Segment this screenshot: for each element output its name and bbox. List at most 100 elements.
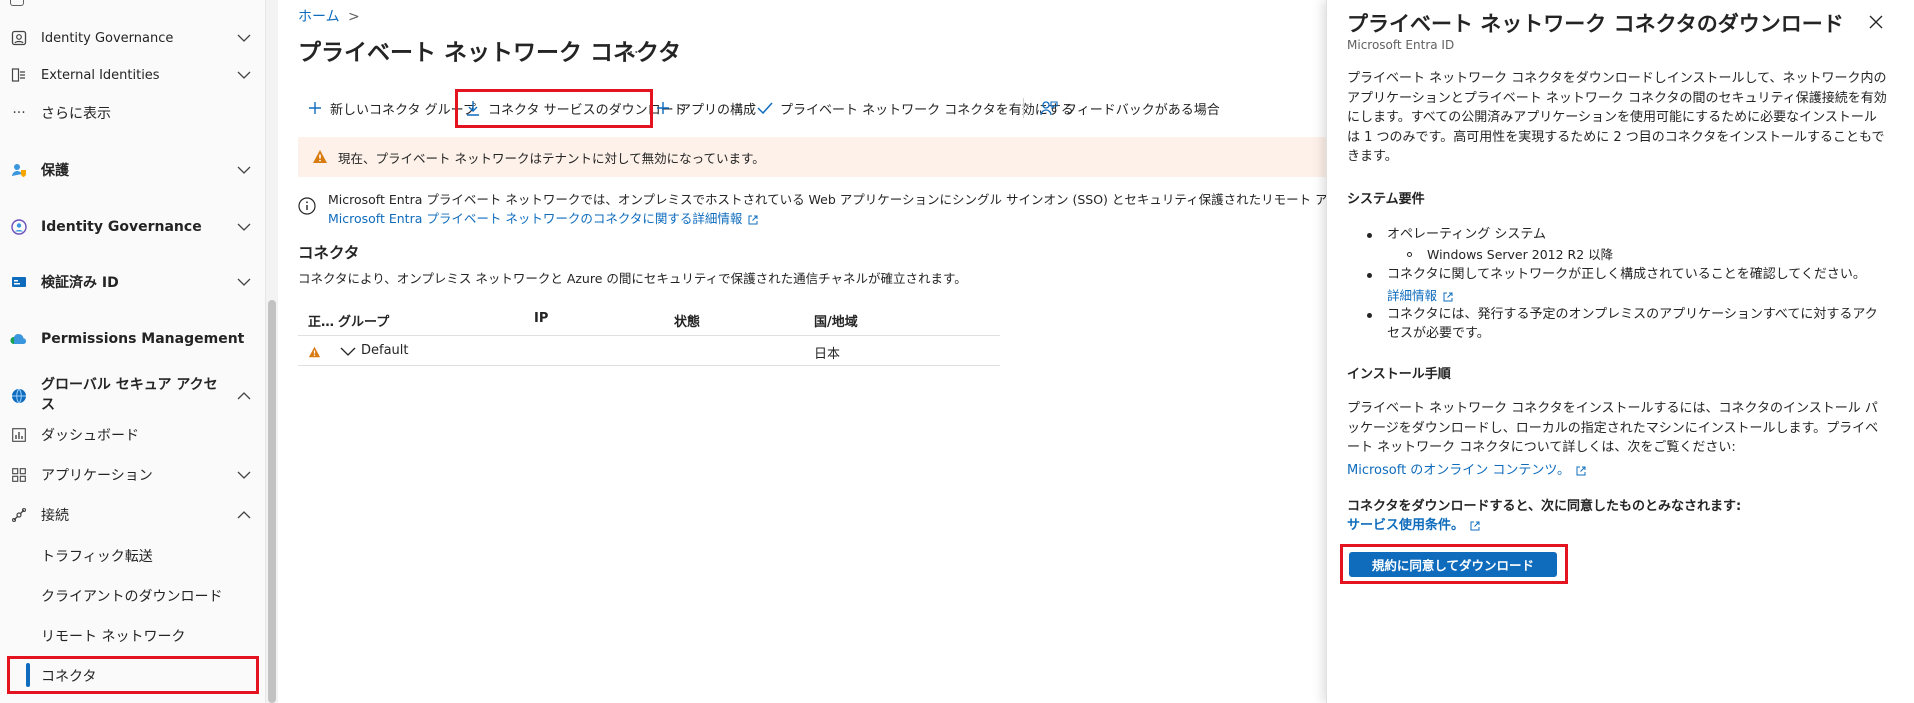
sidebar-subitem-traffic-forwarding[interactable]: トラフィック転送 [41,546,153,566]
configure-app-button[interactable]: アプリの構成 [654,96,756,120]
sidebar-item-applications[interactable]: アプリケーション [0,463,262,487]
info-link-wrap[interactable]: Microsoft Entra プライベート ネットワークのコネクタに関する詳細… [328,208,758,227]
sidebar-item-label: アプリケーション [41,468,153,484]
breadcrumb-separator: > [348,9,360,25]
column-header-group[interactable]: グループ [338,311,389,330]
sidebar-item-dashboard[interactable]: ダッシュボード [0,423,262,447]
sidebar-item-connect[interactable]: 接続 [0,503,262,527]
bullet [1367,313,1372,318]
enable-connectors-label: プライベート ネットワーク コネクタを有効にする [780,102,1074,118]
column-header-ip[interactable]: IP [534,311,548,326]
details-link[interactable]: 詳細情報 [1387,288,1437,303]
connectors-section-title: コネクタ [298,244,360,262]
sidebar-item-protection[interactable]: 保護 [0,158,262,182]
verified-id-icon [10,273,28,291]
install-text: プライベート ネットワーク コネクタをインストールするには、コネクタのインストー… [1347,401,1879,455]
connect-icon [10,506,28,524]
external-link-icon [1576,466,1586,475]
terms-link-wrap[interactable]: サービス使用条件。 [1347,516,1887,536]
feedback-label: フィードバックがある場合 [1064,102,1220,118]
more-icon: ··· [12,105,26,121]
chevron-down-icon[interactable] [236,30,252,46]
sidebar-item-global-secure-access[interactable]: グローバル セキュア アクセス [0,373,262,419]
req-access: コネクタには、発行する予定のオンプレミスのアプリケーションすべてに対するアクセス… [1387,307,1878,341]
table-row-divider [298,365,1000,366]
warning-icon [312,149,328,168]
feedback-button[interactable]: フィードバックがある場合 [1040,96,1220,120]
sidebar-item-label: Identity Governance [41,30,174,46]
applications-icon [10,466,28,484]
sidebar-item-label: Permissions Management [41,331,245,347]
chevron-down-icon[interactable] [236,274,252,290]
warning-icon [308,346,321,362]
cell-group: Default [361,343,409,358]
terms-link[interactable]: サービス使用条件。 [1347,518,1464,533]
chevron-down-icon[interactable] [236,467,252,483]
plus-icon [654,99,672,117]
sidebar-item-identity-governance-top[interactable]: Identity Governance [0,26,262,50]
agreement-text: コネクタをダウンロードすると、次に同意したものとみなされます: [1347,499,1742,514]
globe-icon [10,387,28,405]
online-content-link-wrap[interactable]: Microsoft のオンライン コンテンツ。 [1347,461,1887,481]
feedback-icon [1040,99,1058,117]
new-connector-group-label: 新しいコネクタ グループ [330,102,476,118]
external-link-icon [1470,521,1480,530]
highlight-download-button [455,89,653,128]
chevron-down-icon[interactable] [236,162,252,178]
sidebar-subitem-client-download[interactable]: クライアントのダウンロード [41,586,222,606]
breadcrumb: ホーム > [298,6,360,26]
info-text: Microsoft Entra プライベート ネットワークでは、オンプレミスでホ… [328,192,1464,207]
column-header-country[interactable]: 国/地域 [814,311,858,330]
panel-intro: プライベート ネットワーク コネクタをダウンロードしインストールして、ネットワー… [1347,71,1887,164]
req-os-version: Windows Server 2012 R2 以降 [1427,247,1614,262]
req-network-link-wrap[interactable]: 詳細情報 [1387,286,1453,305]
close-icon[interactable] [1866,12,1886,32]
external-link-icon [748,215,758,224]
connectors-section-desc: コネクタにより、オンプレミス ネットワークと Azure の間にセキュリティで保… [298,271,967,286]
sidebar-item-label: さらに表示 [41,106,111,122]
sidebar-item-external-identities[interactable]: External Identities [0,63,262,87]
enable-connectors-button[interactable]: プライベート ネットワーク コネクタを有効にする [756,96,1074,120]
sidebar-item-verified-id[interactable]: 検証済み ID [0,270,262,294]
info-link[interactable]: Microsoft Entra プライベート ネットワークのコネクタに関する詳細… [328,211,742,226]
chevron-down-icon[interactable] [236,67,252,83]
chevron-up-icon[interactable] [236,507,252,523]
collapsed-icon [10,0,24,6]
chevron-down-icon[interactable] [236,219,252,235]
identity-governance-icon [10,29,28,47]
new-connector-group-button[interactable]: 新しいコネクタ グループ [306,96,476,120]
req-os: オペレーティング システム [1387,227,1546,242]
sidebar-item-identity-governance[interactable]: Identity Governance [0,215,262,239]
sidebar-item-label: 保護 [41,163,69,179]
highlight-accept-download [1340,544,1568,584]
bullet [1367,273,1372,278]
sidebar-item-label: External Identities [41,67,160,83]
toolbar-separator [1023,98,1024,118]
configure-app-label: アプリの構成 [678,102,757,118]
sidebar-subitem-remote-network[interactable]: リモート ネットワーク [41,626,185,646]
cloud-icon [10,330,28,348]
warning-banner: 現在、プライベート ネットワークはテナントに対して無効になっています。 [298,137,1326,177]
panel-subtitle: Microsoft Entra ID [1347,38,1455,52]
column-header-status[interactable]: 正… [308,311,334,330]
dashboard-icon [10,426,28,444]
chevron-up-icon[interactable] [236,388,252,404]
sidebar-item-label: 接続 [41,508,69,524]
sidebar: Identity Governance External Identities … [0,0,266,703]
req-network: コネクタに関してネットワークが正しく構成されていることを確認してください。 [1387,267,1866,282]
more-options-button[interactable]: … [623,38,639,57]
breadcrumb-home[interactable]: ホーム [298,9,340,25]
download-connector-panel: プライベート ネットワーク コネクタのダウンロード Microsoft Entr… [1326,0,1914,703]
external-link-icon [1443,292,1453,301]
bullet [1367,233,1372,238]
sidebar-scrollbar-thumb[interactable] [268,300,276,703]
sidebar-item-show-more[interactable]: ··· さらに表示 [0,101,262,125]
online-content-link[interactable]: Microsoft のオンライン コンテンツ。 [1347,463,1570,478]
column-header-state[interactable]: 状態 [674,311,700,330]
plus-icon [306,99,324,117]
sidebar-item-label: Identity Governance [41,219,202,235]
system-requirements-title: システム要件 [1347,192,1425,207]
sidebar-item-permissions-management[interactable]: Permissions Management [0,327,262,351]
cell-country: 日本 [814,347,841,362]
chevron-down-icon[interactable] [340,345,356,361]
